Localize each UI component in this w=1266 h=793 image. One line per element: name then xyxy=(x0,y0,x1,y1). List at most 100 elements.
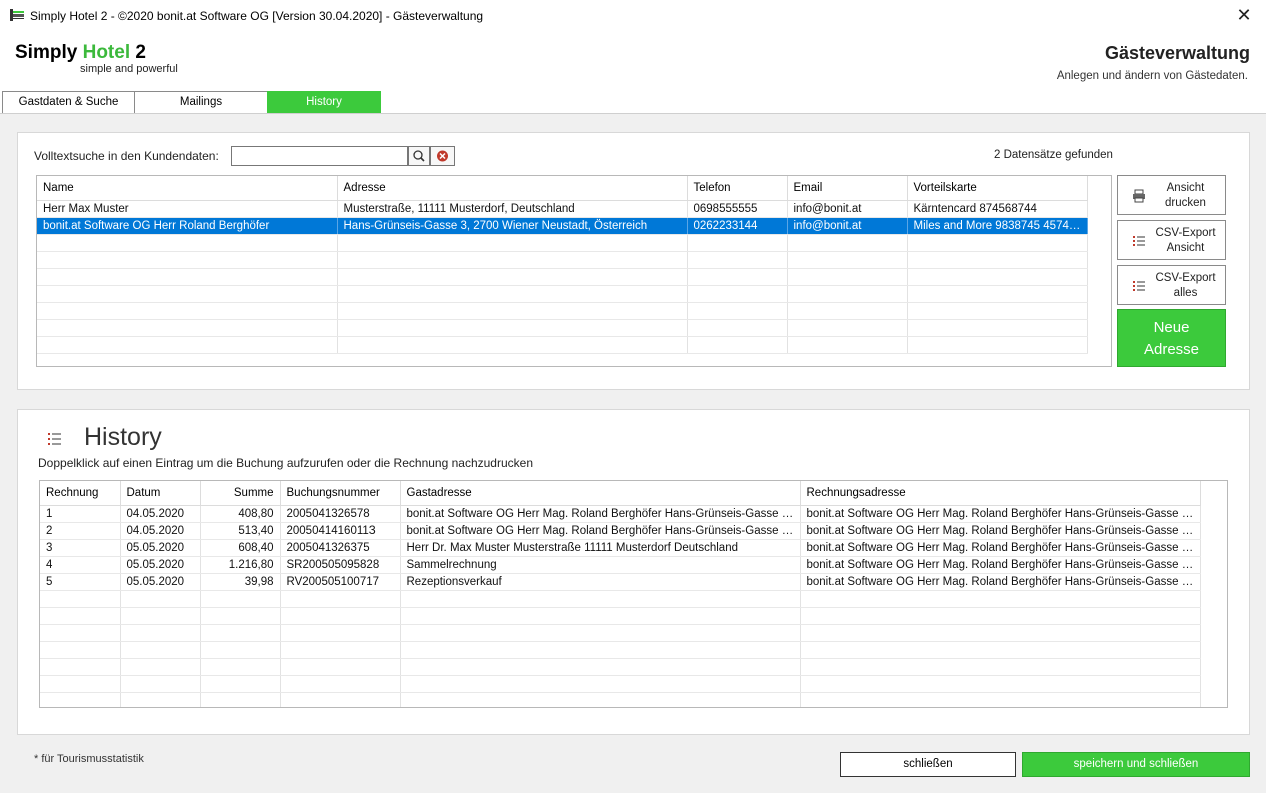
history-panel: History Doppelklick auf einen Eintrag um… xyxy=(17,409,1250,735)
history-table-empty-row xyxy=(40,624,1201,642)
customer-table-empty-cell xyxy=(37,319,338,337)
window-close-button[interactable]: ✕ xyxy=(1232,4,1256,26)
history-table-empty-row xyxy=(40,641,1201,659)
list-icon xyxy=(1133,236,1145,246)
customer-table-empty-cell xyxy=(787,285,908,303)
history-table-empty-row xyxy=(40,607,1201,625)
customer-table-empty-cell xyxy=(37,268,338,286)
customer-table-row[interactable]: Herr Max Muster Musterstraße, 11111 Muste… xyxy=(37,200,1088,218)
customer-table-cell: Hans-Grünseis-Gasse 3, 2700 Wiener Neust… xyxy=(337,217,688,235)
customer-table-empty-cell xyxy=(37,251,338,269)
history-table-empty-cell xyxy=(800,590,1201,608)
csv-export-view-button[interactable]: CSV-Export Ansicht xyxy=(1117,220,1226,260)
customer-table-empty-row xyxy=(37,234,1088,252)
history-table-empty-cell xyxy=(280,624,401,642)
history-table-cell: 1.216,80 xyxy=(200,556,281,574)
clear-search-button[interactable] xyxy=(430,146,455,166)
customer-table-cell: Miles and More 9838745 45744445 xyxy=(907,217,1088,235)
history-table-empty-cell xyxy=(800,641,1201,659)
customer-table-empty-cell xyxy=(687,319,788,337)
customer-table-empty-row xyxy=(37,251,1088,269)
history-table-cell: bonit.at Software OG Herr Mag. Roland Be… xyxy=(800,522,1201,540)
csv-export-view-label-line2: Ansicht xyxy=(1166,242,1205,254)
save-and-close-button[interactable]: speichern und schließen xyxy=(1022,752,1250,777)
history-table-cell: Herr Dr. Max Muster Musterstraße 11111 M… xyxy=(400,539,801,557)
customer-column-header[interactable]: Vorteilskarte xyxy=(907,176,1088,201)
new-address-label-line1: Neue xyxy=(1153,319,1190,336)
history-table-cell: Rezeptionsverkauf xyxy=(400,573,801,591)
customer-table-empty-cell xyxy=(337,319,688,337)
history-table-empty-cell xyxy=(120,641,201,659)
history-column-header[interactable]: Rechnung xyxy=(40,481,121,506)
page-subtitle: Anlegen und ändern von Gästedaten. xyxy=(1056,70,1248,82)
history-column-header[interactable]: Buchungsnummer xyxy=(280,481,401,506)
customer-table-row[interactable]: bonit.at Software OG Herr Roland Berghöf… xyxy=(37,217,1088,235)
tab-mailings[interactable]: Mailings xyxy=(134,91,268,114)
history-table-cell: 04.05.2020 xyxy=(120,522,201,540)
history-table-empty-cell xyxy=(280,692,401,707)
history-table-empty-cell xyxy=(200,590,281,608)
history-table-cell: SR200505095828 xyxy=(280,556,401,574)
history-table-empty-cell xyxy=(400,641,801,659)
history-table-empty-cell xyxy=(40,590,121,608)
csv-export-all-label-line1: CSV-Export xyxy=(1155,272,1216,284)
customer-table-empty-cell xyxy=(687,251,788,269)
history-table-empty-cell xyxy=(400,624,801,642)
customer-table-empty-cell xyxy=(907,251,1088,269)
history-table-empty-cell xyxy=(40,658,121,676)
history-table-cell: bonit.at Software OG Herr Mag. Roland Be… xyxy=(400,522,801,540)
history-table-cell: bonit.at Software OG Herr Mag. Roland Be… xyxy=(800,573,1201,591)
history-table-row[interactable]: 1 04.05.2020 408,80 2005041326578 bonit.at S… xyxy=(40,505,1201,523)
clear-icon xyxy=(437,150,448,162)
history-table-empty-cell xyxy=(40,675,121,693)
tab-gastdaten-suche[interactable]: Gastdaten & Suche xyxy=(2,91,135,114)
customer-column-header[interactable]: Telefon xyxy=(687,176,788,201)
customer-column-header[interactable]: Email xyxy=(787,176,908,201)
tab-history[interactable]: History xyxy=(267,91,381,114)
history-column-header[interactable]: Summe xyxy=(200,481,281,506)
customer-table-empty-cell xyxy=(907,336,1088,354)
history-table-empty-cell xyxy=(800,692,1201,707)
customer-table-empty-cell xyxy=(337,251,688,269)
customer-search-panel: Volltextsuche in den Kundendaten: 2 Date… xyxy=(17,132,1250,390)
history-column-header[interactable]: Rechnungsadresse xyxy=(800,481,1201,506)
history-table-row[interactable]: 4 05.05.2020 1.216,80 SR200505095828 Sammelr… xyxy=(40,556,1201,574)
history-table-empty-cell xyxy=(120,607,201,625)
history-table-empty-cell xyxy=(400,607,801,625)
history-table-empty-row xyxy=(40,692,1201,707)
history-column-header[interactable]: Gastadresse xyxy=(400,481,801,506)
customer-table-empty-cell xyxy=(687,285,788,303)
history-table-empty-cell xyxy=(400,675,801,693)
search-input[interactable] xyxy=(231,146,408,166)
customer-table-empty-cell xyxy=(337,302,688,320)
history-title: History xyxy=(84,423,162,451)
history-table-empty-cell xyxy=(800,624,1201,642)
search-button[interactable] xyxy=(408,146,430,166)
customer-table-empty-cell xyxy=(37,336,338,354)
brand-name-part2: Hotel xyxy=(82,42,131,63)
print-view-label-line2: drucken xyxy=(1165,197,1206,209)
history-table-row[interactable]: 3 05.05.2020 608,40 2005041326375 Herr Dr. M… xyxy=(40,539,1201,557)
history-table-cell: 2 xyxy=(40,522,121,540)
csv-export-all-button[interactable]: CSV-Export alles xyxy=(1117,265,1226,305)
customer-table-empty-cell xyxy=(907,285,1088,303)
history-table-row[interactable]: 5 05.05.2020 39,98 RV200505100717 Rezeptions… xyxy=(40,573,1201,591)
history-table-cell: 39,98 xyxy=(200,573,281,591)
customer-table-empty-cell xyxy=(787,268,908,286)
new-address-button[interactable]: Neue Adresse xyxy=(1117,309,1226,367)
brand-logo: Simply Hotel 2 xyxy=(15,42,146,64)
customer-table-cell: 0698555555 xyxy=(687,200,788,218)
customer-column-header[interactable]: Adresse xyxy=(337,176,688,201)
print-view-button[interactable]: Ansicht drucken xyxy=(1117,175,1226,215)
history-table-row[interactable]: 2 04.05.2020 513,40 2005041416011З bonit.at … xyxy=(40,522,1201,540)
history-column-header[interactable]: Datum xyxy=(120,481,201,506)
customer-column-header[interactable]: Name xyxy=(37,176,338,201)
history-table-cell: 513,40 xyxy=(200,522,281,540)
history-table-empty-cell xyxy=(200,641,281,659)
magnifier-icon xyxy=(413,150,425,162)
close-button[interactable]: schließen xyxy=(840,752,1016,777)
history-table-empty-cell xyxy=(800,675,1201,693)
history-table-empty-cell xyxy=(200,658,281,676)
history-table-cell: 2005041416011З xyxy=(280,522,401,540)
customer-table-empty-cell xyxy=(37,285,338,303)
